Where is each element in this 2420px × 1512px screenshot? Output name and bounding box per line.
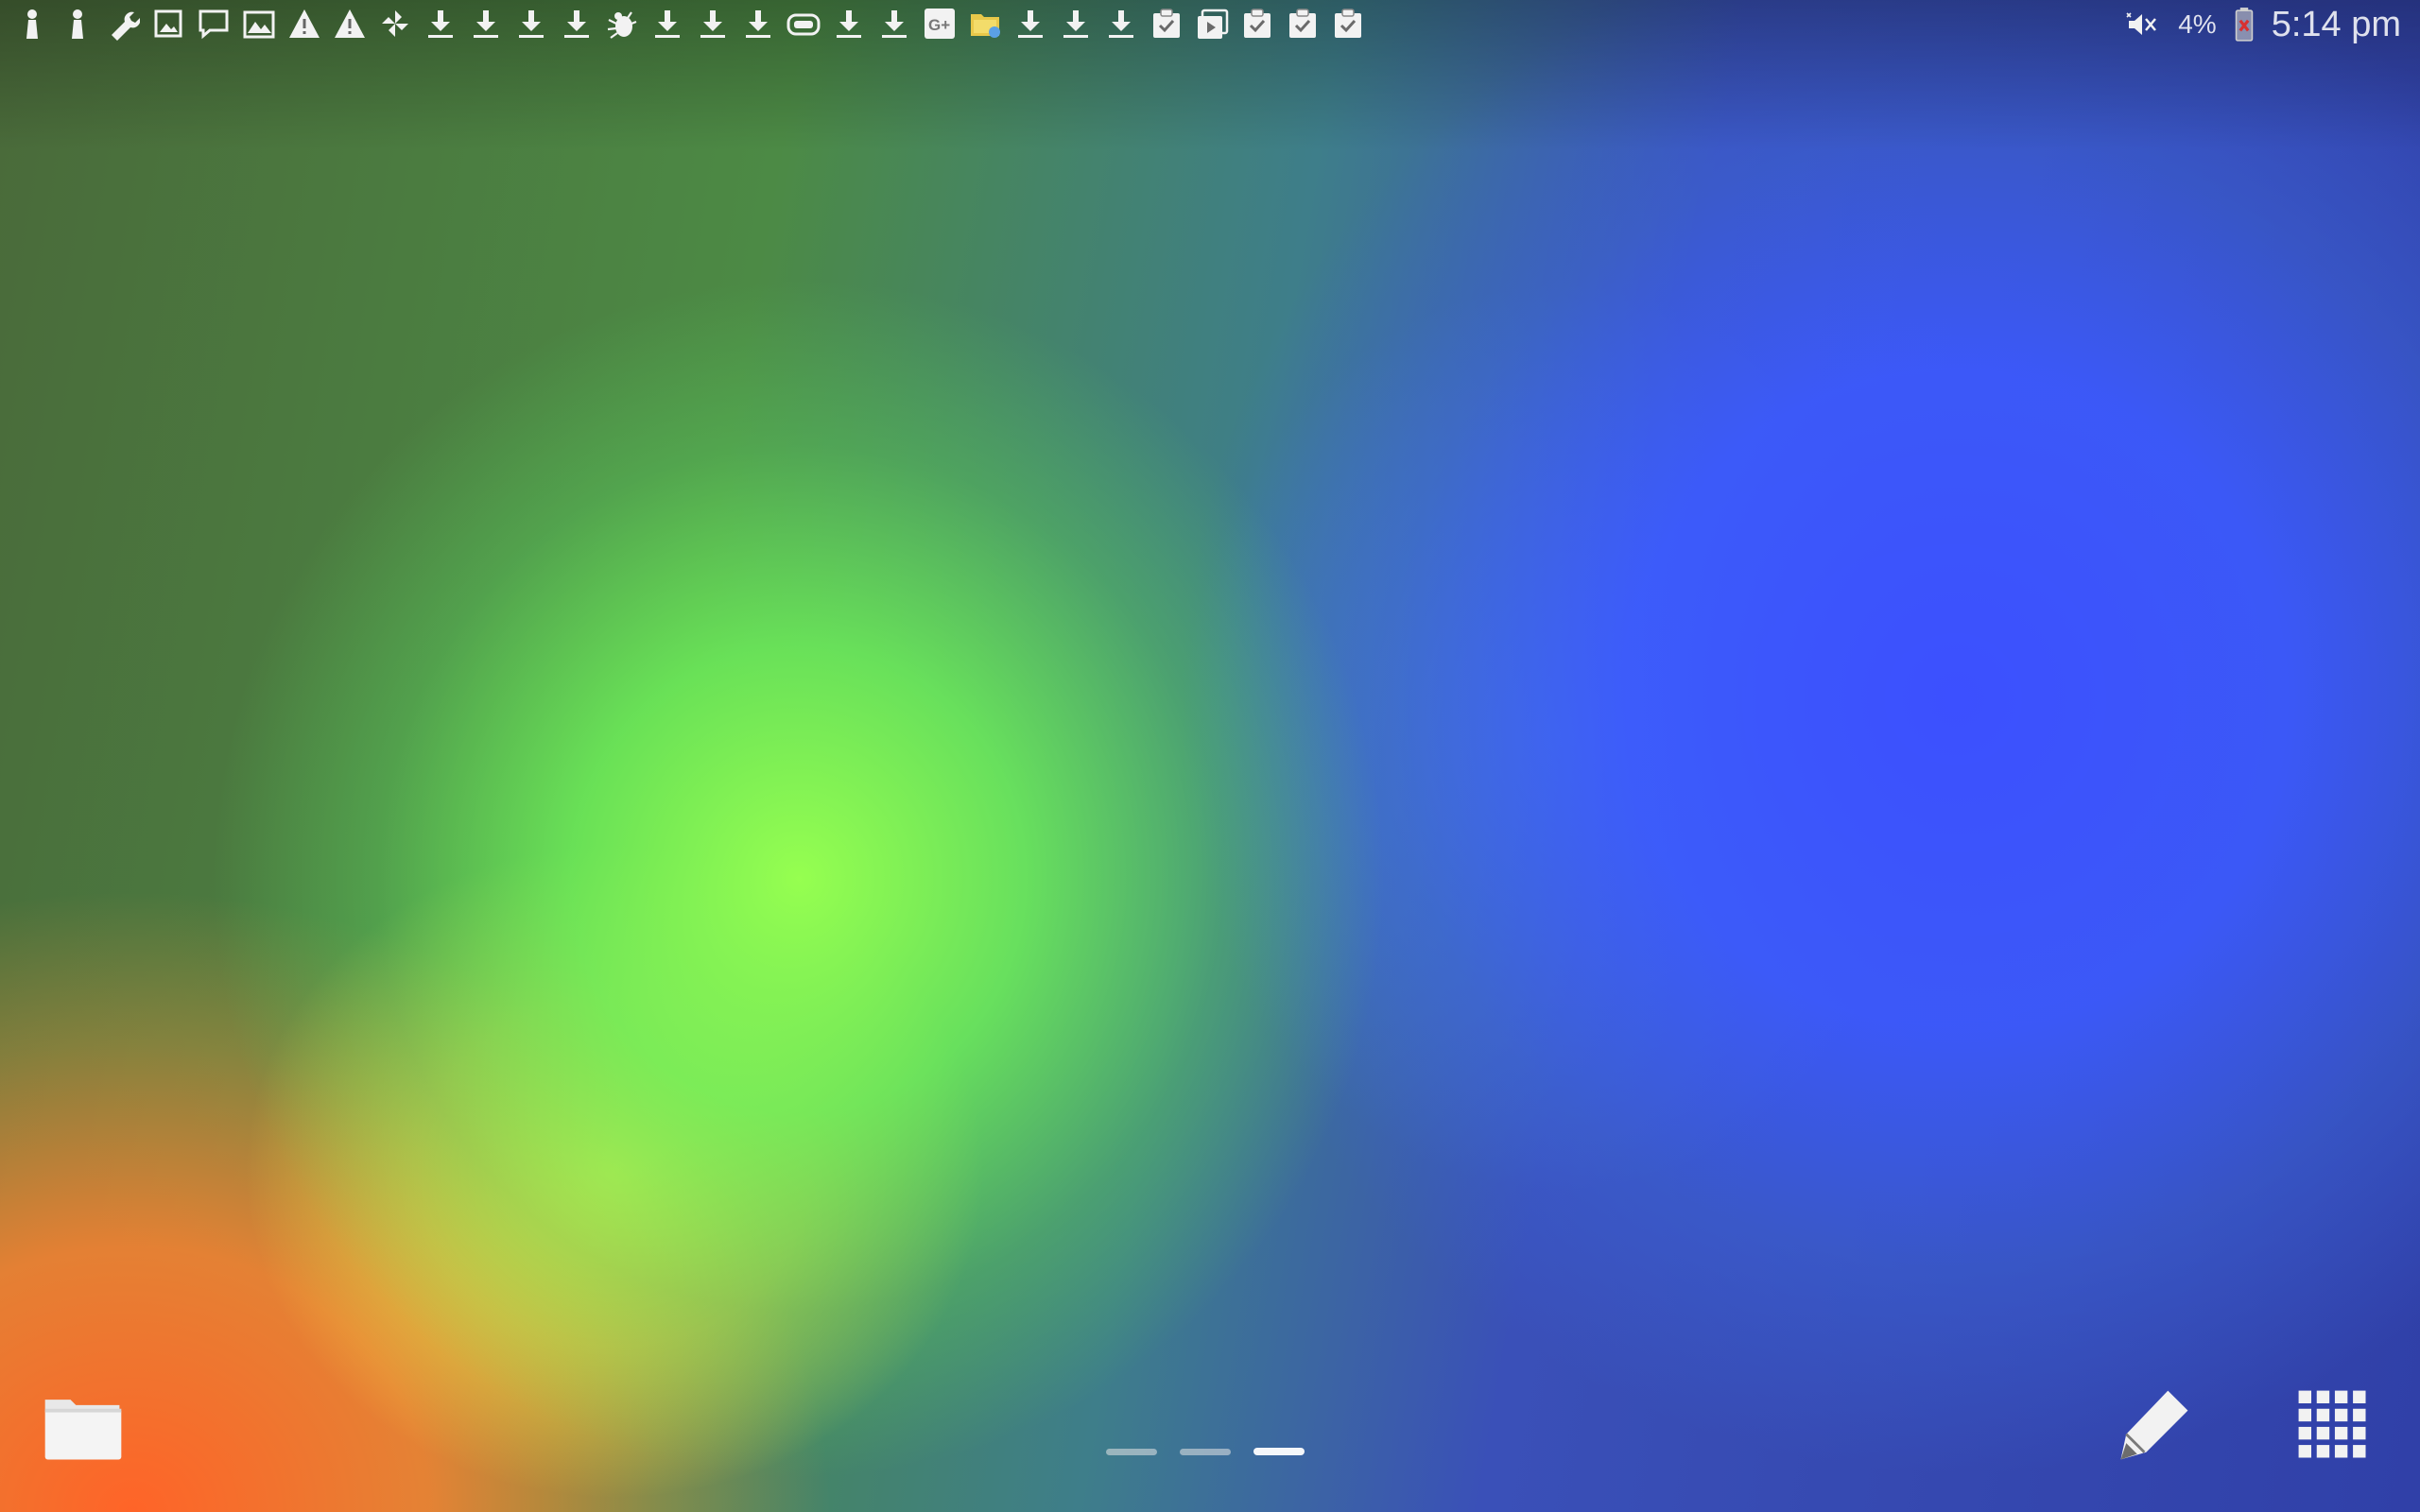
download-icon (463, 3, 509, 44)
download-icon (418, 3, 463, 44)
clipboard-check-icon (1144, 3, 1189, 44)
clipboard-play-icon (1189, 3, 1235, 44)
gallery-icon (236, 3, 282, 44)
image-icon (146, 3, 191, 44)
page-indicator-dot[interactable] (1106, 1448, 1157, 1455)
folder-button[interactable] (36, 1380, 130, 1474)
battery-low-icon (2230, 4, 2258, 45)
folder-icon (38, 1380, 129, 1475)
person-silhouette-icon (55, 3, 100, 44)
person-silhouette-icon (9, 3, 55, 44)
page-indicator-dot[interactable] (1180, 1448, 1231, 1455)
pinwheel-icon (372, 3, 418, 44)
app-grid-icon (2290, 1382, 2377, 1473)
download-icon (826, 3, 872, 44)
notification-icons: G+ (9, 3, 1371, 44)
mute-icon (2119, 4, 2165, 45)
bug-icon (599, 3, 645, 44)
clipboard-check-icon (1280, 3, 1325, 44)
download-icon (872, 3, 917, 44)
svg-text:G+: G+ (928, 16, 950, 34)
clock: 5:14 pm (2271, 4, 2401, 44)
pencil-icon (2110, 1382, 2197, 1473)
system-status: 4% 5:14 pm (2119, 0, 2401, 49)
status-bar[interactable]: G+ 4% 5:14 pm (0, 0, 2420, 49)
download-icon (1008, 3, 1053, 44)
home-screen: G+ 4% 5:14 pm (0, 0, 2420, 1512)
battery-percent: 4% (2178, 9, 2217, 39)
download-icon (690, 3, 735, 44)
chat-bubble-icon (191, 3, 236, 44)
download-icon (645, 3, 690, 44)
download-icon (1098, 3, 1144, 44)
clipboard-check-icon (1325, 3, 1371, 44)
download-icon (735, 3, 781, 44)
clipboard-check-icon (1235, 3, 1280, 44)
download-icon (1053, 3, 1098, 44)
google-plus-icon: G+ (917, 3, 962, 44)
file-manager-icon (962, 3, 1008, 44)
gamepad-icon (781, 3, 826, 44)
status-bar-shade (0, 0, 2420, 1512)
page-indicator-dot-active[interactable] (1253, 1448, 1305, 1455)
warning-icon (282, 3, 327, 44)
download-icon (554, 3, 599, 44)
edit-button[interactable] (2108, 1382, 2199, 1472)
download-icon (509, 3, 554, 44)
app-drawer-button[interactable] (2288, 1382, 2378, 1472)
page-indicator[interactable] (1106, 1444, 1314, 1459)
wrench-icon (100, 3, 146, 44)
warning-icon (327, 3, 372, 44)
